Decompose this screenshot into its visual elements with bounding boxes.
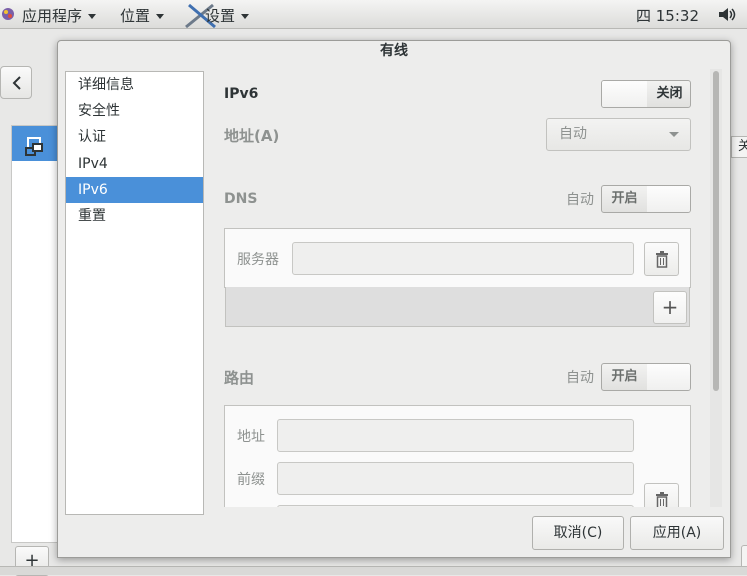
chevron-down-icon (669, 132, 679, 137)
nav-item-identity[interactable]: 认证 (66, 124, 203, 150)
address-method-value: 自动 (559, 126, 587, 142)
switch-knob (647, 364, 690, 390)
dns-add-row: + (225, 287, 690, 327)
ipv6-switch[interactable]: 关闭 (601, 80, 691, 108)
chevron-down-icon (241, 14, 250, 19)
route-prefix-label: 前缀 (237, 472, 265, 488)
ipv6-label: IPv6 (224, 86, 259, 102)
switch-state: 开启 (611, 369, 638, 384)
background-toggle-button[interactable]: 关 (731, 136, 747, 158)
places-menu[interactable]: 位置 (120, 5, 165, 26)
dialog-nav-list: 详细信息 安全性 认证 IPv4 IPv6 重置 (65, 71, 204, 515)
address-method-combo[interactable]: 自动 (546, 118, 691, 151)
nav-item-security[interactable]: 安全性 (66, 98, 203, 124)
chevron-down-icon (88, 14, 97, 19)
dns-auto-switch[interactable]: 开启 (601, 185, 691, 213)
top-panel: 应用程序 位置 设置 四 15:32 (0, 0, 747, 29)
routes-auto-label: 自动 (566, 370, 594, 386)
switch-knob (647, 186, 690, 212)
applications-menu[interactable]: 应用程序 (22, 5, 97, 26)
bottom-panel (0, 566, 747, 575)
network-device-list (11, 125, 61, 543)
route-prefix-input[interactable] (277, 462, 634, 495)
dns-label: DNS (224, 191, 258, 207)
dns-server-label: 服务器 (237, 252, 279, 268)
route-address-input[interactable] (277, 419, 634, 452)
switch-state: 开启 (611, 191, 638, 206)
delete-dns-button[interactable] (644, 242, 679, 276)
routes-auto-switch[interactable]: 开启 (601, 363, 691, 391)
route-address-label: 地址 (237, 429, 265, 445)
cancel-button[interactable]: 取消(C) (532, 516, 624, 550)
nav-item-details[interactable]: 详细信息 (66, 72, 203, 98)
apply-button[interactable]: 应用(A) (630, 516, 724, 550)
dns-auto-label: 自动 (566, 192, 594, 208)
scrollbar-thumb[interactable] (713, 71, 719, 391)
settings-menu[interactable]: 设置 (205, 5, 250, 26)
network-proxy-icon (25, 143, 43, 156)
nav-item-reset[interactable]: 重置 (66, 203, 203, 229)
applications-icon (2, 8, 14, 20)
wired-connection-dialog: 有线 详细信息 安全性 认证 IPv4 IPv6 重置 IPv6 关闭 地址(A… (57, 40, 731, 558)
nav-item-ipv4[interactable]: IPv4 (66, 151, 203, 177)
switch-knob (602, 81, 647, 107)
nav-item-ipv6[interactable]: IPv6 (66, 177, 203, 203)
switch-state: 关闭 (656, 86, 683, 101)
dns-server-input[interactable] (292, 242, 634, 275)
dns-server-frame: 服务器 (224, 228, 691, 288)
chevron-down-icon (156, 14, 165, 19)
routes-label: 路由 (224, 369, 255, 387)
dialog-title: 有线 (380, 43, 408, 59)
chevron-left-icon (12, 76, 21, 90)
add-dns-button[interactable]: + (653, 291, 687, 324)
clock[interactable]: 四 15:32 (636, 5, 699, 26)
back-button[interactable] (0, 66, 32, 99)
volume-icon[interactable] (718, 7, 736, 22)
address-method-label: 地址(A) (224, 127, 280, 145)
trash-icon (656, 251, 668, 268)
